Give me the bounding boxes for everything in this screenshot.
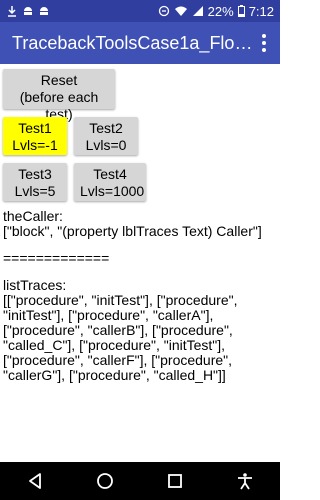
test-row-2: Test3 Lvls=5 Test4 Lvls=1000 [3,163,277,209]
reset-button[interactable]: Reset (before each test) [3,69,115,122]
test4-button[interactable]: Test4 Lvls=1000 [74,163,146,201]
reset-row: Reset (before each test) [3,69,277,122]
overflow-menu-icon[interactable] [256,34,272,52]
test2-button[interactable]: Test2 Lvls=0 [74,117,138,155]
list-traces-value: [["procedure", "initTest"], ["procedure"… [3,292,242,383]
list-traces-label: listTraces: [3,277,67,293]
test3-button[interactable]: Test3 Lvls=5 [3,163,67,201]
test1-button[interactable]: Test1 Lvls=-1 [3,117,67,155]
the-caller-value: ["block", "(property lblTraces Text) Cal… [3,223,262,239]
test4-line1: Test4 [93,166,127,182]
app-title: TracebackToolsCase1a_Flow1... [12,32,256,53]
download-icon [8,6,16,17]
accessibility-icon[interactable] [233,469,257,493]
test1-line2: Lvls=-1 [12,137,58,153]
signal-icon [192,6,203,16]
recents-icon[interactable] [163,469,187,493]
main-content: Reset (before each test) Test1 Lvls=-1 T… [0,64,280,388]
test-row-1: Test1 Lvls=-1 Test2 Lvls=0 [3,117,277,163]
battery-percent: 22% [207,3,234,19]
android-icon [24,7,32,15]
separator: ============= [3,250,110,266]
test3-line2: Lvls=5 [14,183,56,199]
app-bar: TracebackToolsCase1a_Flow1... [0,22,280,64]
test1-line1: Test1 [18,120,52,136]
test3-line1: Test3 [18,166,52,182]
back-icon[interactable] [23,469,47,493]
clock: 7:12 [248,3,274,19]
test2-line1: Test2 [89,120,123,136]
wifi-icon [174,6,187,16]
test2-line2: Lvls=0 [85,137,127,153]
status-left [6,5,158,17]
reset-button-line1: Reset [40,72,78,88]
test4-line2: Lvls=1000 [80,183,145,199]
status-bar: 22% 7:12 [0,0,280,22]
data-icon [158,5,169,17]
status-right: 22% 7:12 [158,4,274,19]
android-icon [40,7,48,15]
home-icon[interactable] [93,469,117,493]
nav-bar [0,462,280,500]
battery-icon [237,5,245,17]
the-caller-label: theCaller: [3,208,63,224]
